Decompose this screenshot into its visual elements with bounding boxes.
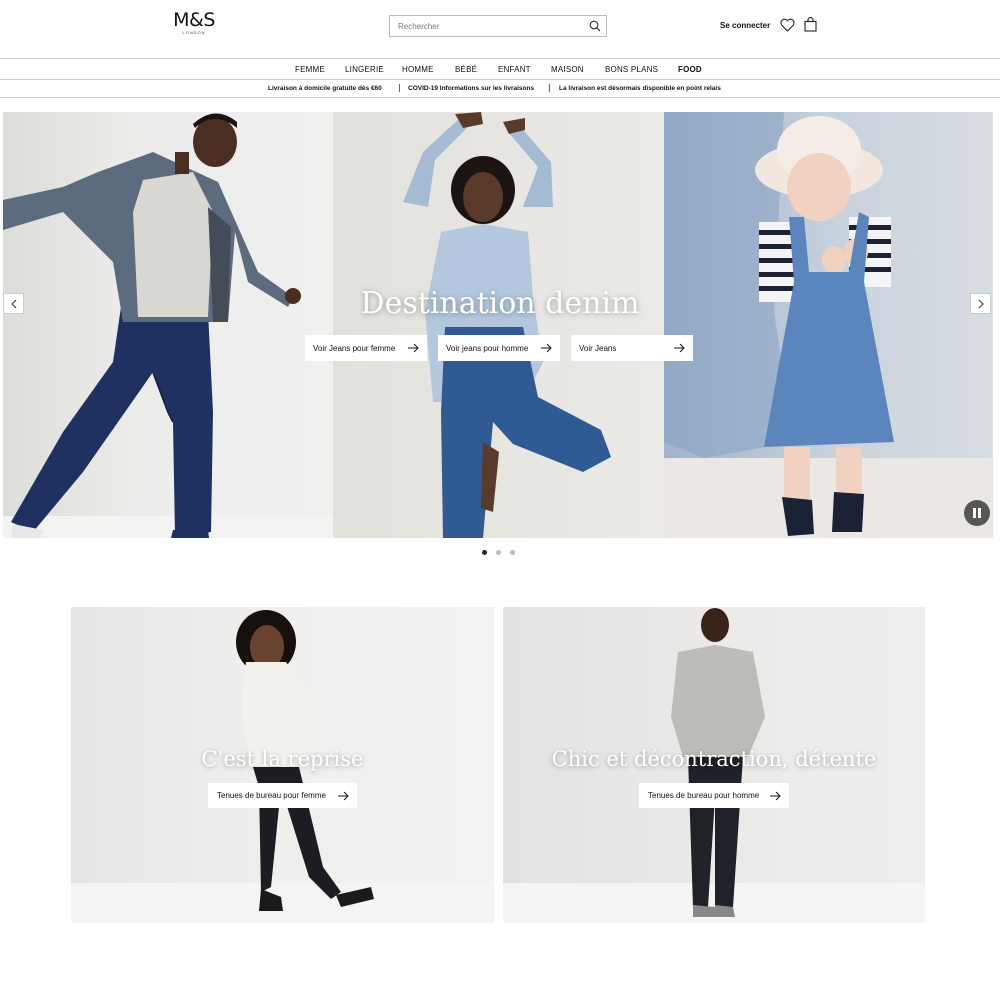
hero-image-woman	[333, 112, 664, 538]
nav-item-lingerie[interactable]: LINGERIE	[345, 65, 384, 74]
heart-icon[interactable]	[780, 18, 795, 32]
search-icon[interactable]	[589, 20, 601, 32]
pause-icon	[978, 508, 981, 518]
arrow-right-icon	[338, 791, 349, 801]
pause-icon	[973, 508, 976, 518]
cta-jeans-all[interactable]: Voir Jeans	[571, 335, 693, 361]
cta-label: Voir Jeans	[579, 343, 617, 353]
arrow-right-icon	[770, 791, 781, 801]
site-header: M&S LONDON Se connecter	[0, 0, 1000, 58]
promo-free-delivery[interactable]: Livraison à domicile gratuite dès €60	[268, 85, 382, 92]
cta-label: Tenues de bureau pour femme	[217, 791, 326, 800]
nav-item-food[interactable]: FOOD	[678, 65, 702, 74]
search-box	[389, 15, 607, 37]
tile-cta-men-office[interactable]: Tenues de bureau pour homme	[639, 783, 789, 808]
tile-cta-women-office[interactable]: Tenues de bureau pour femme	[208, 783, 357, 808]
tile-title: Chic et décontraction, détente	[551, 747, 877, 771]
main-nav: FEMME LINGERIE HOMME BÉBÉ ENFANT MAISON …	[0, 58, 1000, 80]
hero-image-man	[3, 112, 333, 538]
carousel-dot-3[interactable]	[510, 550, 515, 555]
nav-item-enfant[interactable]: ENFANT	[498, 65, 531, 74]
cta-jeans-femme[interactable]: Voir Jeans pour femme	[305, 335, 427, 361]
arrow-right-icon	[541, 343, 552, 353]
cta-label: Voir jeans pour homme	[446, 343, 529, 353]
shopping-bag-icon[interactable]	[804, 17, 817, 32]
nav-item-maison[interactable]: MAISON	[551, 65, 584, 74]
hero-image-baby	[664, 112, 993, 538]
arrow-right-icon	[674, 343, 685, 353]
arrow-right-icon	[408, 343, 419, 353]
nav-item-femme[interactable]: FEMME	[295, 65, 325, 74]
search-input[interactable]	[390, 16, 580, 37]
cta-jeans-homme[interactable]: Voir jeans pour homme	[438, 335, 560, 361]
cta-label: Voir Jeans pour femme	[313, 343, 396, 353]
nav-item-bebe[interactable]: BÉBÉ	[455, 65, 477, 74]
brand-logo[interactable]: M&S LONDON	[171, 10, 217, 36]
nav-item-bons-plans[interactable]: BONS PLANS	[605, 65, 658, 74]
brand-logo-text: M&S	[173, 9, 215, 31]
carousel-dot-2[interactable]	[496, 550, 501, 555]
promo-covid-info[interactable]: COVID-19 Informations sur les livraisons	[408, 85, 534, 92]
signin-link[interactable]: Se connecter	[720, 21, 770, 30]
carousel-dot-1[interactable]	[482, 550, 487, 555]
promo-tile-men[interactable]: Chic et décontraction, détente Tenues de…	[503, 607, 925, 923]
promo-divider	[399, 84, 400, 92]
promo-divider	[549, 84, 550, 92]
carousel-pagination	[480, 550, 520, 556]
promo-tile-women[interactable]: C'est la reprise Tenues de bureau pour f…	[71, 607, 494, 923]
carousel-pause-button[interactable]	[964, 500, 990, 526]
hero-carousel[interactable]	[3, 112, 993, 538]
nav-item-homme[interactable]: HOMME	[402, 65, 434, 74]
hero-title: Destination denim	[360, 286, 640, 321]
promo-bar: Livraison à domicile gratuite dès €60 CO…	[0, 80, 1000, 98]
promo-relay-point[interactable]: La livraison est désormais disponible en…	[559, 85, 721, 92]
cta-label: Tenues de bureau pour homme	[648, 791, 760, 800]
tile-title: C'est la reprise	[201, 747, 364, 771]
